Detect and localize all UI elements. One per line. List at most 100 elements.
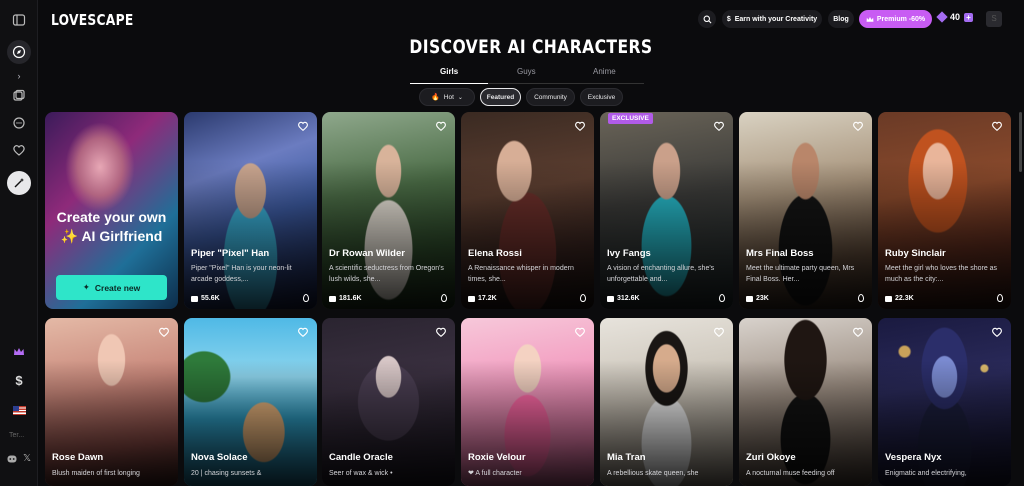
message-icon xyxy=(885,295,892,302)
character-card[interactable]: Vespera Nyx Enigmatic and electrifying, xyxy=(878,318,1011,486)
chat-count-value: 23K xyxy=(756,295,769,302)
favorite-heart-icon[interactable] xyxy=(435,326,447,338)
tab-anime[interactable]: Anime xyxy=(593,67,616,76)
character-name: Elena Rossi xyxy=(468,248,522,259)
card-shade xyxy=(878,161,1011,309)
tab-girls[interactable]: Girls xyxy=(440,67,458,76)
character-description: A vision of enchanting allure, she's unf… xyxy=(607,265,715,283)
filter-featured[interactable]: Featured xyxy=(480,88,521,106)
character-card[interactable]: Rose Dawn Blush maiden of first longing xyxy=(45,318,178,486)
character-card[interactable]: Zuri Okoye A nocturnal muse feeding off xyxy=(739,318,872,486)
character-description: A scientific seductress from Oregon's lu… xyxy=(329,265,444,283)
toggle-sidebar-icon[interactable] xyxy=(7,8,31,32)
character-card[interactable]: Ruby Sinclair Meet the girl who loves th… xyxy=(878,112,1011,309)
chat-count-value: 17.2K xyxy=(478,295,497,302)
filter-community[interactable]: Community xyxy=(526,88,575,106)
card-shade xyxy=(461,161,594,309)
card-shade xyxy=(184,161,317,309)
filter-hot[interactable]: 🔥 Hot ⌄ xyxy=(419,88,475,106)
character-card[interactable]: Mia Tran A rebellious skate queen, she xyxy=(600,318,733,486)
character-description: 20 | chasing sunsets & xyxy=(191,470,262,477)
page-title: DISCOVER AI CHARACTERS xyxy=(409,36,653,58)
crown-icon[interactable] xyxy=(7,340,31,364)
page-scrollbar[interactable] xyxy=(1019,112,1022,172)
character-description: A nocturnal muse feeding off xyxy=(746,470,835,477)
tab-active-underline xyxy=(410,83,488,84)
character-card[interactable]: Piper "Pixel" Han Piper "Pixel" Han is y… xyxy=(184,112,317,309)
premium-label: Premium -60% xyxy=(876,15,926,23)
character-description: Piper "Pixel" Han is your neon-lit arcad… xyxy=(191,265,292,283)
premium-button[interactable]: Premium -60% xyxy=(859,10,932,28)
search-icon[interactable] xyxy=(698,10,716,28)
chat-count: 181.6K xyxy=(329,295,362,302)
sidebar-small-label[interactable]: Ter... xyxy=(9,432,24,439)
tab-guys[interactable]: Guys xyxy=(517,67,536,76)
location-icon xyxy=(997,294,1003,302)
character-description: Meet the girl who loves the shore as muc… xyxy=(885,265,998,283)
gallery-icon[interactable] xyxy=(7,84,31,108)
location-icon xyxy=(441,294,447,302)
favorite-heart-icon[interactable] xyxy=(297,120,309,132)
chat-count: 22.3K xyxy=(885,295,914,302)
favorite-heart-icon[interactable] xyxy=(158,326,170,338)
chat-icon[interactable] xyxy=(7,111,31,135)
character-card[interactable]: Dr Rowan Wilder A scientific seductress … xyxy=(322,112,455,309)
message-icon xyxy=(191,295,198,302)
add-gems-icon[interactable]: + xyxy=(964,12,974,22)
character-description: ❤ A full character xyxy=(468,470,522,477)
chevron-down-icon: ⌄ xyxy=(457,94,463,101)
favorite-heart-icon[interactable] xyxy=(297,326,309,338)
chat-count-value: 55.6K xyxy=(201,295,220,302)
filter-exclusive[interactable]: Exclusive xyxy=(580,88,623,106)
favorite-heart-icon[interactable] xyxy=(574,326,586,338)
chat-count: 55.6K xyxy=(191,295,220,302)
character-name: Zuri Okoye xyxy=(746,452,796,463)
favorite-heart-icon[interactable] xyxy=(713,120,725,132)
character-name: Ruby Sinclair xyxy=(885,248,946,259)
create-magic-icon[interactable] xyxy=(7,171,31,195)
dollar-icon[interactable]: $ xyxy=(7,368,31,392)
crown-icon xyxy=(866,16,874,22)
card-shade xyxy=(461,360,594,486)
location-icon xyxy=(858,294,864,302)
heart-pulse-icon[interactable] xyxy=(7,138,31,162)
character-name: Candle Oracle xyxy=(329,452,393,463)
earn-label: Earn with your Creativity xyxy=(734,15,818,23)
create-new-button[interactable]: ✦ Create new xyxy=(56,275,167,300)
user-avatar[interactable]: S xyxy=(986,11,1002,27)
character-description: Seer of wax & wick • xyxy=(329,470,393,477)
location-icon xyxy=(719,294,725,302)
character-card[interactable]: Nova Solace 20 | chasing sunsets & xyxy=(184,318,317,486)
character-description: A Renaissance whisper in modern times, s… xyxy=(468,265,574,283)
message-icon xyxy=(329,295,336,302)
character-name: Nova Solace xyxy=(191,452,248,463)
chat-count-value: 181.6K xyxy=(339,295,362,302)
favorite-heart-icon[interactable] xyxy=(713,326,725,338)
gem-balance[interactable]: 40 + xyxy=(936,11,974,23)
card-shade xyxy=(739,161,872,309)
character-description: A rebellious skate queen, she xyxy=(607,470,699,477)
brand-logo[interactable]: LOVESCAPE xyxy=(51,11,133,29)
character-card[interactable]: Roxie Velour ❤ A full character xyxy=(461,318,594,486)
chat-count: 23K xyxy=(746,295,769,302)
avatar-initial: S xyxy=(991,14,997,23)
favorite-heart-icon[interactable] xyxy=(435,120,447,132)
favorite-heart-icon[interactable] xyxy=(574,120,586,132)
favorite-heart-icon[interactable] xyxy=(991,120,1003,132)
x-twitter-icon[interactable]: 𝕏 xyxy=(23,453,31,464)
compass-icon[interactable] xyxy=(7,40,31,64)
favorite-heart-icon[interactable] xyxy=(852,326,864,338)
blog-button[interactable]: Blog xyxy=(828,10,854,28)
favorite-heart-icon[interactable] xyxy=(852,120,864,132)
gem-icon xyxy=(936,11,948,23)
create-character-card[interactable]: Create your own ✨ AI Girlfriend ✦ Create… xyxy=(45,112,178,309)
message-icon xyxy=(468,295,475,302)
earn-button[interactable]: $ Earn with your Creativity xyxy=(722,10,822,28)
discord-icon[interactable] xyxy=(7,455,17,465)
language-flag-icon[interactable] xyxy=(7,398,31,422)
character-card[interactable]: EXCLUSIVE Ivy Fangs A vision of enchanti… xyxy=(600,112,733,309)
character-card[interactable]: Candle Oracle Seer of wax & wick • xyxy=(322,318,455,486)
character-card[interactable]: Mrs Final Boss Meet the ultimate party q… xyxy=(739,112,872,309)
character-card[interactable]: Elena Rossi A Renaissance whisper in mod… xyxy=(461,112,594,309)
favorite-heart-icon[interactable] xyxy=(991,326,1003,338)
